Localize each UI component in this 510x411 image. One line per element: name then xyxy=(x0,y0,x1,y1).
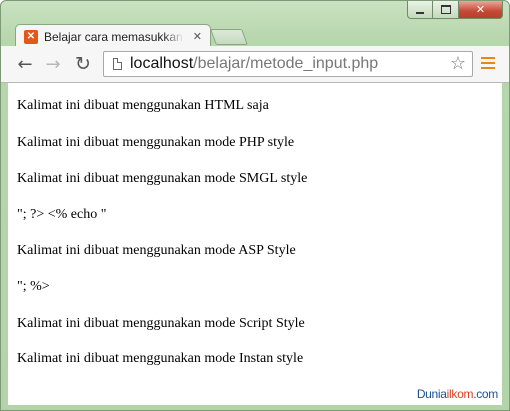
back-button[interactable]: ← xyxy=(13,52,37,76)
content-line: "; %> xyxy=(17,279,50,294)
watermark-part1: Dunia xyxy=(416,387,447,401)
content-line: Kalimat ini dibuat menggunakan mode Inst… xyxy=(17,351,304,366)
content-line: Kalimat ini dibuat menggunakan mode ASP … xyxy=(17,243,296,258)
url-path: /belajar/metode_input.php xyxy=(193,55,379,72)
menu-bar-bottom xyxy=(481,67,495,69)
bookmark-star-icon[interactable]: ☆ xyxy=(450,53,466,74)
forward-arrow-icon: → xyxy=(45,53,61,75)
reload-icon: ↻ xyxy=(75,53,91,75)
menu-bar-top xyxy=(481,57,495,59)
content-line: Kalimat ini dibuat menggunakan mode SMGL… xyxy=(17,171,308,186)
browser-window: ✕ ✕ Belajar cara memasukkan ✕ ← → ↻ loca… xyxy=(0,0,510,411)
tab-close-icon[interactable]: ✕ xyxy=(193,30,202,43)
close-icon: ✕ xyxy=(475,3,486,16)
tab-active[interactable]: ✕ Belajar cara memasukkan ✕ xyxy=(15,24,211,48)
content-line: Kalimat ini dibuat menggunakan mode PHP … xyxy=(17,135,295,150)
tab-title: Belajar cara memasukkan xyxy=(44,29,183,44)
content-line: Kalimat ini dibuat menggunakan mode Scri… xyxy=(17,316,305,331)
url-text[interactable]: localhost/belajar/metode_input.php xyxy=(130,55,378,73)
minimize-icon xyxy=(416,11,424,14)
back-arrow-icon: ← xyxy=(17,53,33,75)
watermark-part2: ilkom xyxy=(446,387,474,401)
content-line: "; ?> <% echo " xyxy=(17,207,107,222)
maximize-button[interactable] xyxy=(433,1,459,19)
new-tab-button[interactable] xyxy=(210,29,248,45)
forward-button[interactable]: → xyxy=(41,52,65,76)
minimize-button[interactable] xyxy=(407,1,433,19)
watermark-part3: .com xyxy=(473,387,498,401)
address-bar[interactable]: localhost/belajar/metode_input.php ☆ xyxy=(103,51,473,77)
tab-strip: ✕ Belajar cara memasukkan ✕ xyxy=(15,22,248,48)
close-window-button[interactable]: ✕ xyxy=(459,1,503,19)
maximize-icon xyxy=(440,5,451,14)
menu-bar-middle xyxy=(481,62,495,64)
content-line: Kalimat ini dibuat menggunakan HTML saja xyxy=(17,98,269,113)
menu-icon[interactable] xyxy=(481,57,495,69)
url-host: localhost xyxy=(130,55,194,72)
page-content: Kalimat ini dibuat menggunakan HTML saja… xyxy=(8,83,502,405)
reload-button[interactable]: ↻ xyxy=(71,52,95,76)
xampp-icon: ✕ xyxy=(24,29,38,44)
toolbar: ← → ↻ localhost/belajar/metode_input.php… xyxy=(1,46,509,83)
window-controls: ✕ xyxy=(407,1,503,21)
page-icon xyxy=(113,58,122,70)
watermark: Duniailkom.com xyxy=(417,387,498,401)
